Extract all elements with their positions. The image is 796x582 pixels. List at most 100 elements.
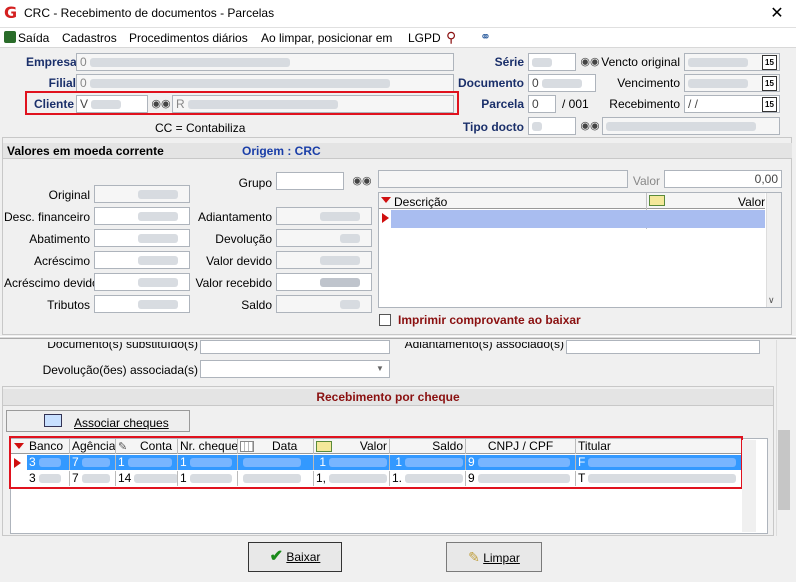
- calendar-icon[interactable]: 15: [762, 55, 777, 70]
- acrescimo-field[interactable]: [94, 251, 190, 269]
- vencto-original-label: Vencto original: [601, 55, 680, 69]
- grupo-field[interactable]: [276, 172, 344, 190]
- acrescimo-devido-redacted: [138, 278, 178, 288]
- app-logo-icon: G: [4, 3, 18, 22]
- baixar-button[interactable]: ✔ Baixar: [248, 542, 342, 572]
- imprimir-checkbox[interactable]: [379, 314, 391, 326]
- desc-financeiro-label: Desc. financeiro: [4, 210, 91, 224]
- tributos-field[interactable]: [94, 295, 190, 313]
- row-pointer-icon: [382, 213, 389, 223]
- menu-lgpd[interactable]: LGPD: [408, 31, 441, 45]
- money-icon: [649, 195, 665, 206]
- valores-title: Valores em moeda corrente: [7, 144, 164, 158]
- desc-financeiro-field[interactable]: [94, 207, 190, 225]
- tributos-redacted: [138, 300, 178, 310]
- empresa-field: 0: [76, 53, 454, 71]
- acrescimo-label: Acréscimo: [33, 254, 90, 268]
- vencto-original-redacted: [688, 58, 748, 68]
- documento-field[interactable]: 0: [528, 74, 596, 92]
- devolucao-label: Devolução: [215, 232, 272, 246]
- splitter[interactable]: [0, 336, 796, 339]
- cliente-highlight-box: [25, 91, 459, 115]
- acrescimo-devido-label: Acréscimo devido: [4, 276, 99, 290]
- origem-label: Origem : CRC: [242, 144, 321, 158]
- broom-icon: ✎: [468, 549, 480, 565]
- valores-header: Valores em moeda corrente: [3, 143, 792, 159]
- adiantamento-field: [276, 207, 372, 225]
- link-icon[interactable]: ⚭: [480, 29, 496, 45]
- valor-col-header[interactable]: Valor: [738, 195, 765, 209]
- empresa-code: 0: [80, 55, 87, 69]
- baixar-label: Baixar: [286, 550, 321, 564]
- abatimento-field[interactable]: [94, 229, 190, 247]
- doc-substituido-field[interactable]: [200, 340, 390, 354]
- grupo-binoculars-icon[interactable]: ◉◉: [352, 172, 372, 190]
- empresa-label: Empresa: [26, 55, 77, 69]
- parcela-field[interactable]: 0: [528, 95, 556, 113]
- valor-devido-redacted: [320, 256, 360, 266]
- acrescimo-devido-field[interactable]: [94, 273, 190, 291]
- exit-icon[interactable]: [4, 31, 16, 43]
- chevron-down-icon[interactable]: ▼: [372, 361, 388, 377]
- descricao-col-header[interactable]: Descrição: [394, 195, 447, 209]
- imprimir-label[interactable]: Imprimir comprovante ao baixar: [398, 313, 581, 327]
- original-label: Original: [48, 188, 90, 202]
- cheques-header: Recebimento por cheque: [3, 389, 773, 406]
- adiantamento-redacted: [320, 212, 360, 222]
- tipo-docto-binoculars-icon[interactable]: ◉◉: [580, 117, 600, 135]
- tipo-docto-label: Tipo docto: [462, 120, 524, 134]
- desc-financeiro-redacted: [138, 212, 178, 222]
- saldo-label: Saldo: [241, 298, 272, 312]
- search-icon[interactable]: ⚲: [446, 29, 462, 45]
- sort-down-icon: [381, 197, 391, 203]
- menu-saida[interactable]: Saída: [18, 31, 49, 45]
- documento-label: Documento: [458, 76, 524, 90]
- valor-recebido-redacted: [320, 278, 360, 288]
- tipo-docto-field[interactable]: [528, 117, 576, 135]
- cheques-title: Recebimento por cheque: [316, 390, 460, 404]
- valor-field[interactable]: 0,00: [664, 170, 782, 188]
- serie-redacted: [532, 58, 552, 68]
- devolucao-redacted: [340, 234, 360, 244]
- cheque-icon: [44, 414, 62, 427]
- menu-cadastros[interactable]: Cadastros: [62, 31, 117, 45]
- menu-limpar-posicionar[interactable]: Ao limpar, posicionar em: [261, 31, 392, 45]
- associar-cheques-label[interactable]: Associar cheques: [74, 416, 169, 430]
- vencimento-calendar-icon[interactable]: 15: [762, 76, 777, 91]
- vencimento-label: Vencimento: [617, 76, 680, 90]
- menu-procedimentos[interactable]: Procedimentos diários: [129, 31, 248, 45]
- tributos-label: Tributos: [47, 298, 90, 312]
- original-redacted: [138, 190, 178, 200]
- serie-field[interactable]: [528, 53, 576, 71]
- cheques-highlight-box: [9, 436, 743, 489]
- valor-recebido-label: Valor recebido: [195, 276, 273, 290]
- menu-bar: [0, 28, 796, 48]
- descricao-scrollbar[interactable]: [766, 193, 781, 307]
- parcela-total: / 001: [562, 97, 589, 111]
- close-button[interactable]: ✕: [764, 2, 790, 26]
- adiantamento-label: Adiantamento: [197, 210, 272, 224]
- documento-value: 0: [532, 76, 539, 90]
- abatimento-label: Abatimento: [29, 232, 90, 246]
- main-scroll-thumb[interactable]: [778, 430, 790, 510]
- tipo-docto-desc-field: [602, 117, 780, 135]
- recebimento-calendar-icon[interactable]: 15: [762, 97, 777, 112]
- empresa-name-redacted: [90, 58, 291, 68]
- doc-substituido-label: Documento(s) substituído(s): [47, 342, 198, 351]
- limpar-button[interactable]: ✎ Limpar: [446, 542, 542, 572]
- limpar-label: Limpar: [483, 551, 520, 565]
- adiantamento-assoc-field[interactable]: [566, 340, 760, 354]
- devolucao-assoc-field[interactable]: [200, 360, 390, 378]
- recebimento-label: Recebimento: [609, 97, 680, 111]
- descricao-row-selected[interactable]: [391, 210, 765, 228]
- cheques-scrollbar[interactable]: [742, 440, 756, 532]
- valor-devido-label: Valor devido: [206, 254, 272, 268]
- valor-devido-field: [276, 251, 372, 269]
- serie-binoculars-icon[interactable]: ◉◉: [580, 53, 600, 71]
- filial-code: 0: [80, 76, 87, 90]
- documento-redacted: [542, 79, 583, 89]
- filial-label: Filial: [48, 76, 76, 90]
- window-title: CRC - Recebimento de documentos - Parcel…: [24, 6, 275, 20]
- scroll-down-icon[interactable]: ∨: [768, 295, 775, 306]
- valor-recebido-field[interactable]: [276, 273, 372, 291]
